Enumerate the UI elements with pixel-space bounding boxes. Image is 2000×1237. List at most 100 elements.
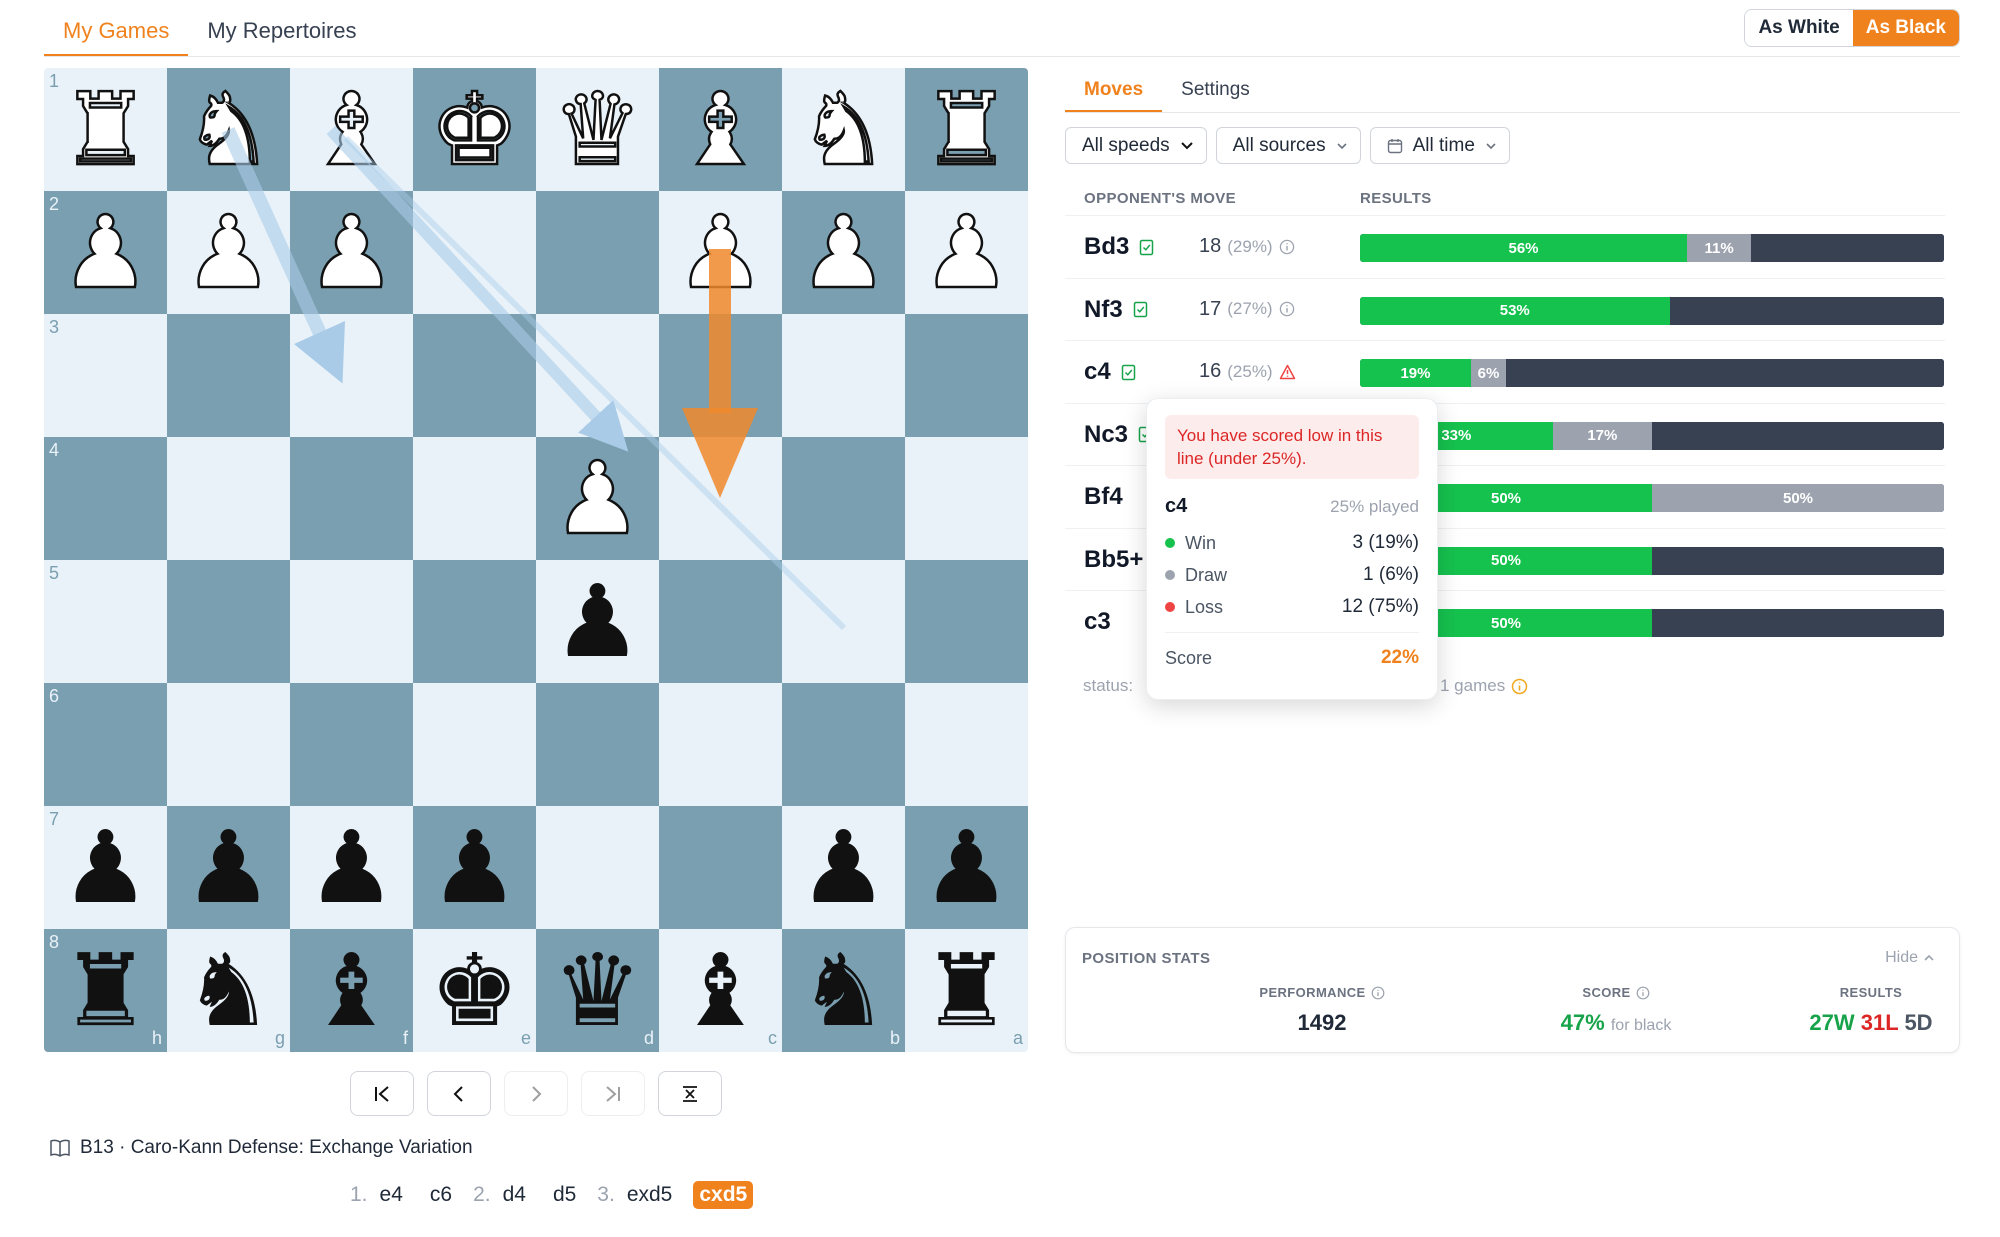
white-piece[interactable]: ♝ — [305, 78, 397, 181]
white-piece[interactable]: ♟ — [920, 201, 1012, 304]
black-piece[interactable]: ♞ — [799, 940, 889, 1041]
board-square[interactable] — [659, 437, 782, 560]
black-piece[interactable]: ♝ — [307, 940, 397, 1041]
white-piece[interactable]: ♜ — [920, 78, 1012, 181]
board-square[interactable] — [905, 314, 1028, 437]
move-san-cell[interactable]: Bd3 — [1084, 233, 1154, 261]
board-square[interactable]: ♟ — [413, 806, 536, 929]
next-move-button[interactable] — [504, 1071, 568, 1116]
white-piece[interactable]: ♟ — [551, 447, 643, 550]
info-icon[interactable] — [1636, 986, 1650, 1000]
results-bar[interactable]: 50% — [1360, 546, 1944, 575]
board-square[interactable] — [536, 314, 659, 437]
white-piece[interactable]: ♝ — [674, 78, 766, 181]
as-black-button[interactable]: As Black — [1852, 10, 1959, 46]
board-square[interactable]: c ♝ — [659, 929, 782, 1052]
board-square[interactable] — [167, 560, 290, 683]
warning-icon[interactable] — [1279, 364, 1296, 380]
info-icon[interactable] — [1279, 239, 1295, 255]
white-piece[interactable]: ♜ — [59, 78, 151, 181]
move-san-cell[interactable]: Bb5+ — [1084, 546, 1143, 574]
board-square[interactable]: ♟ — [905, 191, 1028, 314]
board-square[interactable]: f ♝ — [290, 929, 413, 1052]
first-move-button[interactable] — [350, 1071, 414, 1116]
board-square[interactable] — [905, 683, 1028, 806]
move-san-cell[interactable]: Nc3 — [1084, 421, 1153, 449]
board-square[interactable] — [413, 314, 536, 437]
white-piece[interactable]: ♞ — [182, 78, 274, 181]
board-square[interactable]: 7 ♟ — [44, 806, 167, 929]
board-square[interactable]: 2 ♟ — [44, 191, 167, 314]
white-piece[interactable]: ♟ — [797, 201, 889, 304]
move-row[interactable]: c4 16 (25%) 19% 6% — [1065, 340, 1945, 402]
white-piece[interactable]: ♞ — [797, 78, 889, 181]
board-square[interactable] — [782, 314, 905, 437]
move-item[interactable]: e4 — [374, 1181, 409, 1209]
tab-moves[interactable]: Moves — [1065, 70, 1163, 113]
board-square[interactable]: 4 — [44, 437, 167, 560]
board-square[interactable]: ♟ — [782, 806, 905, 929]
board-square[interactable]: ♞ — [167, 68, 290, 191]
board-square[interactable]: ♞ — [782, 68, 905, 191]
board-square[interactable] — [659, 683, 782, 806]
move-san-cell[interactable]: c3 — [1084, 608, 1111, 636]
board-square[interactable]: 8 h ♜ — [44, 929, 167, 1052]
results-bar[interactable]: 53% — [1360, 296, 1944, 325]
black-piece[interactable]: ♚ — [430, 940, 520, 1041]
results-bar[interactable]: 33% 17% — [1360, 421, 1944, 450]
prev-move-button[interactable] — [427, 1071, 491, 1116]
white-piece[interactable]: ♟ — [182, 201, 274, 304]
board-square[interactable]: b ♞ — [782, 929, 905, 1052]
board-square[interactable] — [782, 683, 905, 806]
results-bar[interactable]: 19% 6% — [1360, 359, 1944, 387]
board-square[interactable]: 3 — [44, 314, 167, 437]
move-san-cell[interactable]: Nf3 — [1084, 296, 1148, 324]
board-square[interactable]: ♝ — [290, 68, 413, 191]
tab-my-repertoires[interactable]: My Repertoires — [188, 0, 375, 57]
white-piece[interactable]: ♛ — [551, 78, 643, 181]
black-piece[interactable]: ♟ — [61, 817, 151, 918]
board-square[interactable]: ♟ — [167, 191, 290, 314]
speed-filter[interactable]: All speeds — [1065, 127, 1207, 164]
board-square[interactable]: g ♞ — [167, 929, 290, 1052]
board-square[interactable]: ♚ — [413, 68, 536, 191]
time-filter[interactable]: All time — [1369, 127, 1510, 164]
move-item[interactable]: exd5 — [621, 1181, 679, 1209]
results-bar[interactable]: 50% — [1360, 609, 1944, 637]
move-item-current[interactable]: cxd5 — [693, 1181, 754, 1209]
as-white-button[interactable]: As White — [1745, 10, 1853, 46]
board-square[interactable] — [167, 437, 290, 560]
hide-button[interactable]: Hide — [1885, 949, 1935, 967]
black-piece[interactable]: ♜ — [922, 940, 1012, 1041]
black-piece[interactable]: ♝ — [676, 940, 766, 1041]
move-row[interactable]: Bd3 18 (29%) 56% 11% — [1065, 215, 1945, 277]
board-square[interactable]: ♟ — [536, 560, 659, 683]
board-square[interactable]: 6 — [44, 683, 167, 806]
move-san-cell[interactable]: c4 — [1084, 358, 1136, 386]
board-square[interactable] — [536, 806, 659, 929]
board-square[interactable] — [782, 437, 905, 560]
black-piece[interactable]: ♛ — [553, 940, 643, 1041]
board-square[interactable]: a ♜ — [905, 929, 1028, 1052]
board-square[interactable] — [782, 560, 905, 683]
board-square[interactable] — [290, 560, 413, 683]
info-icon[interactable] — [1279, 301, 1295, 317]
board-square[interactable] — [290, 683, 413, 806]
board-square[interactable] — [413, 683, 536, 806]
board-square[interactable] — [413, 560, 536, 683]
move-item[interactable]: d4 — [497, 1181, 532, 1209]
board-square[interactable] — [536, 191, 659, 314]
board-square[interactable]: ♟ — [782, 191, 905, 314]
board-square[interactable] — [536, 683, 659, 806]
white-piece[interactable]: ♟ — [674, 201, 766, 304]
source-filter[interactable]: All sources — [1215, 127, 1361, 164]
black-piece[interactable]: ♞ — [184, 940, 274, 1041]
info-icon[interactable] — [1511, 678, 1528, 695]
flip-board-button[interactable] — [658, 1071, 722, 1116]
board-square[interactable]: d ♛ — [536, 929, 659, 1052]
white-piece[interactable]: ♚ — [428, 78, 520, 181]
board-square[interactable] — [659, 314, 782, 437]
board-square[interactable] — [290, 437, 413, 560]
results-bar[interactable]: 56% 11% — [1360, 234, 1944, 262]
board-square[interactable]: e ♚ — [413, 929, 536, 1052]
